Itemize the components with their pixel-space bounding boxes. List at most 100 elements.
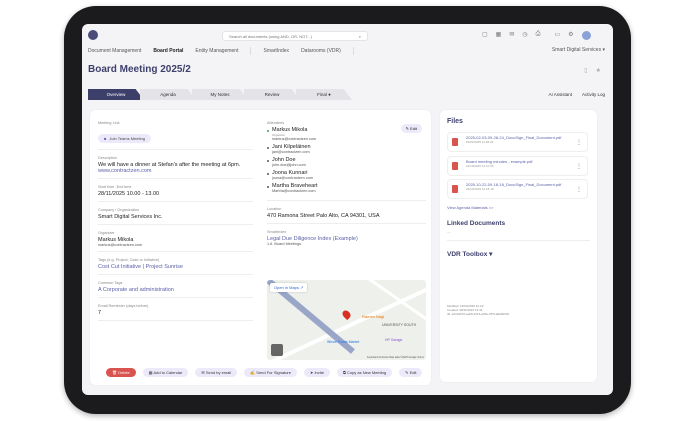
app-logo[interactable] (88, 30, 98, 40)
description-link[interactable]: www.contractzen.com (98, 168, 253, 174)
tab-review[interactable]: Review (244, 89, 300, 100)
pdf-icon (452, 162, 458, 170)
copy-as-new-meeting-button[interactable]: ⧉ Copy as New Meeting (337, 368, 393, 377)
add-to-calendar-button[interactable]: ▦ Add to Calendar (142, 368, 189, 377)
send-for-signature-button[interactable]: ✍ Send For Signature (244, 368, 297, 377)
document-icon[interactable]: ▢ (482, 31, 488, 40)
status-dot (267, 147, 269, 149)
invite-button[interactable]: ➤ Invite (303, 368, 330, 377)
delete-button[interactable]: 🗑 Delete (106, 368, 136, 377)
map-pin-icon (340, 308, 353, 321)
organization-selector[interactable]: Smart Digital Services ▾ (552, 47, 605, 53)
location-map[interactable]: Open in Maps ↗ Ramen Nagi UNIVERSITY SOU… (267, 280, 426, 360)
join-teams-button[interactable]: ■ Join Teams Meeting (98, 134, 151, 143)
calendar-icon[interactable]: ▦ (496, 31, 502, 40)
invite-label: Invite (314, 370, 324, 375)
print-icon[interactable]: ⎙ (536, 31, 541, 40)
street-view-thumbnail[interactable] (271, 344, 283, 356)
pencil-icon: ✎ (405, 126, 409, 131)
tab-final[interactable]: Final ● (296, 89, 352, 100)
organizer-email: markus@contractzen.com (98, 243, 143, 247)
attendee: Jani Kilpeläinen jani@contractzen.com (267, 144, 426, 154)
attendee-email: jani@contractzen.com (272, 150, 310, 154)
tab-activity-log[interactable]: Activity Log (582, 92, 605, 97)
tags[interactable]: Cost Cut Initiative | Project Sunrise (98, 264, 253, 270)
vdr-toolbox-toggle[interactable]: VDR Toolbox ▾ (447, 250, 492, 258)
status-dot (267, 173, 269, 175)
tab-ai-assistant[interactable]: AI Assistant (548, 92, 572, 97)
divider (250, 47, 252, 55)
file-item[interactable]: Board meeting minutes - example.pdf 22/10… (447, 156, 588, 176)
open-in-maps-button[interactable]: Open in Maps ↗ (270, 283, 308, 292)
tags-label: Tags (e.g. Project, Case or Initiative) (98, 258, 160, 262)
common-tags-label: Common Tags (98, 281, 123, 285)
meeting-details-card: Meeting Link ■ Join Teams Meeting Descript… (90, 110, 431, 385)
status-dot (267, 186, 269, 188)
star-icon[interactable]: ★ (596, 67, 601, 74)
mail-icon[interactable]: ✉ (509, 31, 514, 40)
file-item[interactable]: 2025-10-22-09-18-18_DocuSign_Final_Docum… (447, 179, 588, 199)
smartindex-label: SmartIndex (267, 230, 287, 234)
attendee-email: john.doe@john.com (272, 163, 306, 167)
avatar[interactable] (581, 31, 591, 40)
attendee: Martha Braveheart Martha@contractzen.com (267, 183, 426, 193)
pdf-icon (452, 185, 458, 193)
map-label: UNIVERSITY SOUTH (382, 323, 417, 327)
search-input[interactable]: Search all documents (using AND, OR, NOT… (222, 31, 368, 41)
files-title: Files (447, 118, 463, 125)
gear-icon[interactable]: ⚙ (568, 31, 573, 40)
meeting-link-label: Meeting Link (98, 121, 120, 125)
nav-smartindex[interactable]: SmartIndex (263, 48, 289, 54)
edit-button[interactable]: ✎ Edit (399, 368, 423, 377)
attendee: Joona Kunnari joona@contractzen.com (267, 170, 426, 180)
description-label: Description (98, 156, 117, 160)
search-icon[interactable]: ⌕ (359, 34, 361, 39)
clock-icon[interactable]: ◷ (522, 31, 527, 40)
document-icon[interactable]: ▯ (584, 67, 587, 74)
file-item[interactable]: 2025-02-03-09-28-24_DocuSign_Final_Docum… (447, 132, 588, 152)
join-teams-label: Join Teams Meeting (109, 136, 145, 141)
copy-label: Copy as New Meeting (346, 370, 387, 375)
delete-label: Delete (118, 370, 130, 375)
attendee: John Doe john.doe@john.com (267, 157, 426, 167)
page-title: Board Meeting 2025/2 (88, 64, 191, 75)
more-options-icon[interactable]: ⋮ (576, 163, 582, 170)
map-label: Whole Foods Market (327, 340, 360, 344)
edit-label: Edit (410, 126, 417, 131)
edit-label: Edit (409, 370, 417, 375)
divider (352, 47, 354, 55)
nav-entity-management[interactable]: Entity Management (195, 48, 238, 54)
linked-documents-empty: — (447, 230, 451, 234)
more-options-icon[interactable]: ⋮ (576, 186, 582, 193)
file-date: 03/02/2025 11.28.24 (466, 140, 494, 144)
common-tags[interactable]: A Corporate and administration (98, 287, 253, 293)
record-id: ID: a27a6076-eab8-4216-a05e-0571a8d06303 (447, 312, 510, 316)
map-label: HP Garage (385, 338, 403, 342)
more-options-icon[interactable]: ⋮ (576, 139, 582, 146)
attendee-email: Martha@contractzen.com (272, 189, 316, 193)
company-label: Company / Organization (98, 208, 139, 212)
app-screen: Search all documents (using AND, OR, NOT… (82, 24, 613, 395)
files-sidebar: Files 2025-02-03-09-28-24_DocuSign_Final… (440, 110, 597, 382)
tab-overview[interactable]: Overview (88, 89, 144, 100)
chat-icon[interactable]: ▭ (554, 31, 560, 40)
reminder-days: 7 (98, 310, 102, 316)
location-label: Location (267, 207, 282, 211)
search-placeholder: Search all documents (using AND, OR, NOT… (229, 34, 312, 39)
file-date: 22/10/2025 12.10.55 (466, 164, 494, 168)
main-nav: Document Management Board Portal Entity … (88, 47, 354, 55)
tab-agenda[interactable]: Agenda (140, 89, 196, 100)
organizer-label: Organizer (98, 231, 115, 235)
status-dot (267, 130, 269, 132)
edit-attendees-button[interactable]: ✎ Edit (400, 124, 422, 133)
tab-my-notes[interactable]: My Notes (192, 89, 248, 100)
nav-datarooms[interactable]: Datarooms (VDR) (301, 48, 341, 54)
nav-document-management[interactable]: Document Management (88, 48, 141, 54)
view-agenda-materials-link[interactable]: View Agenda Materials >> (447, 205, 493, 210)
send-by-email-button[interactable]: ✉ Send by email (195, 368, 238, 377)
divider (447, 240, 590, 241)
reminder-label: Email Reminder (days before) (98, 304, 149, 308)
send-by-email-label: Send by email (205, 370, 232, 375)
attendee-email: joona@contractzen.com (272, 176, 314, 180)
nav-board-portal[interactable]: Board Portal (153, 48, 183, 54)
